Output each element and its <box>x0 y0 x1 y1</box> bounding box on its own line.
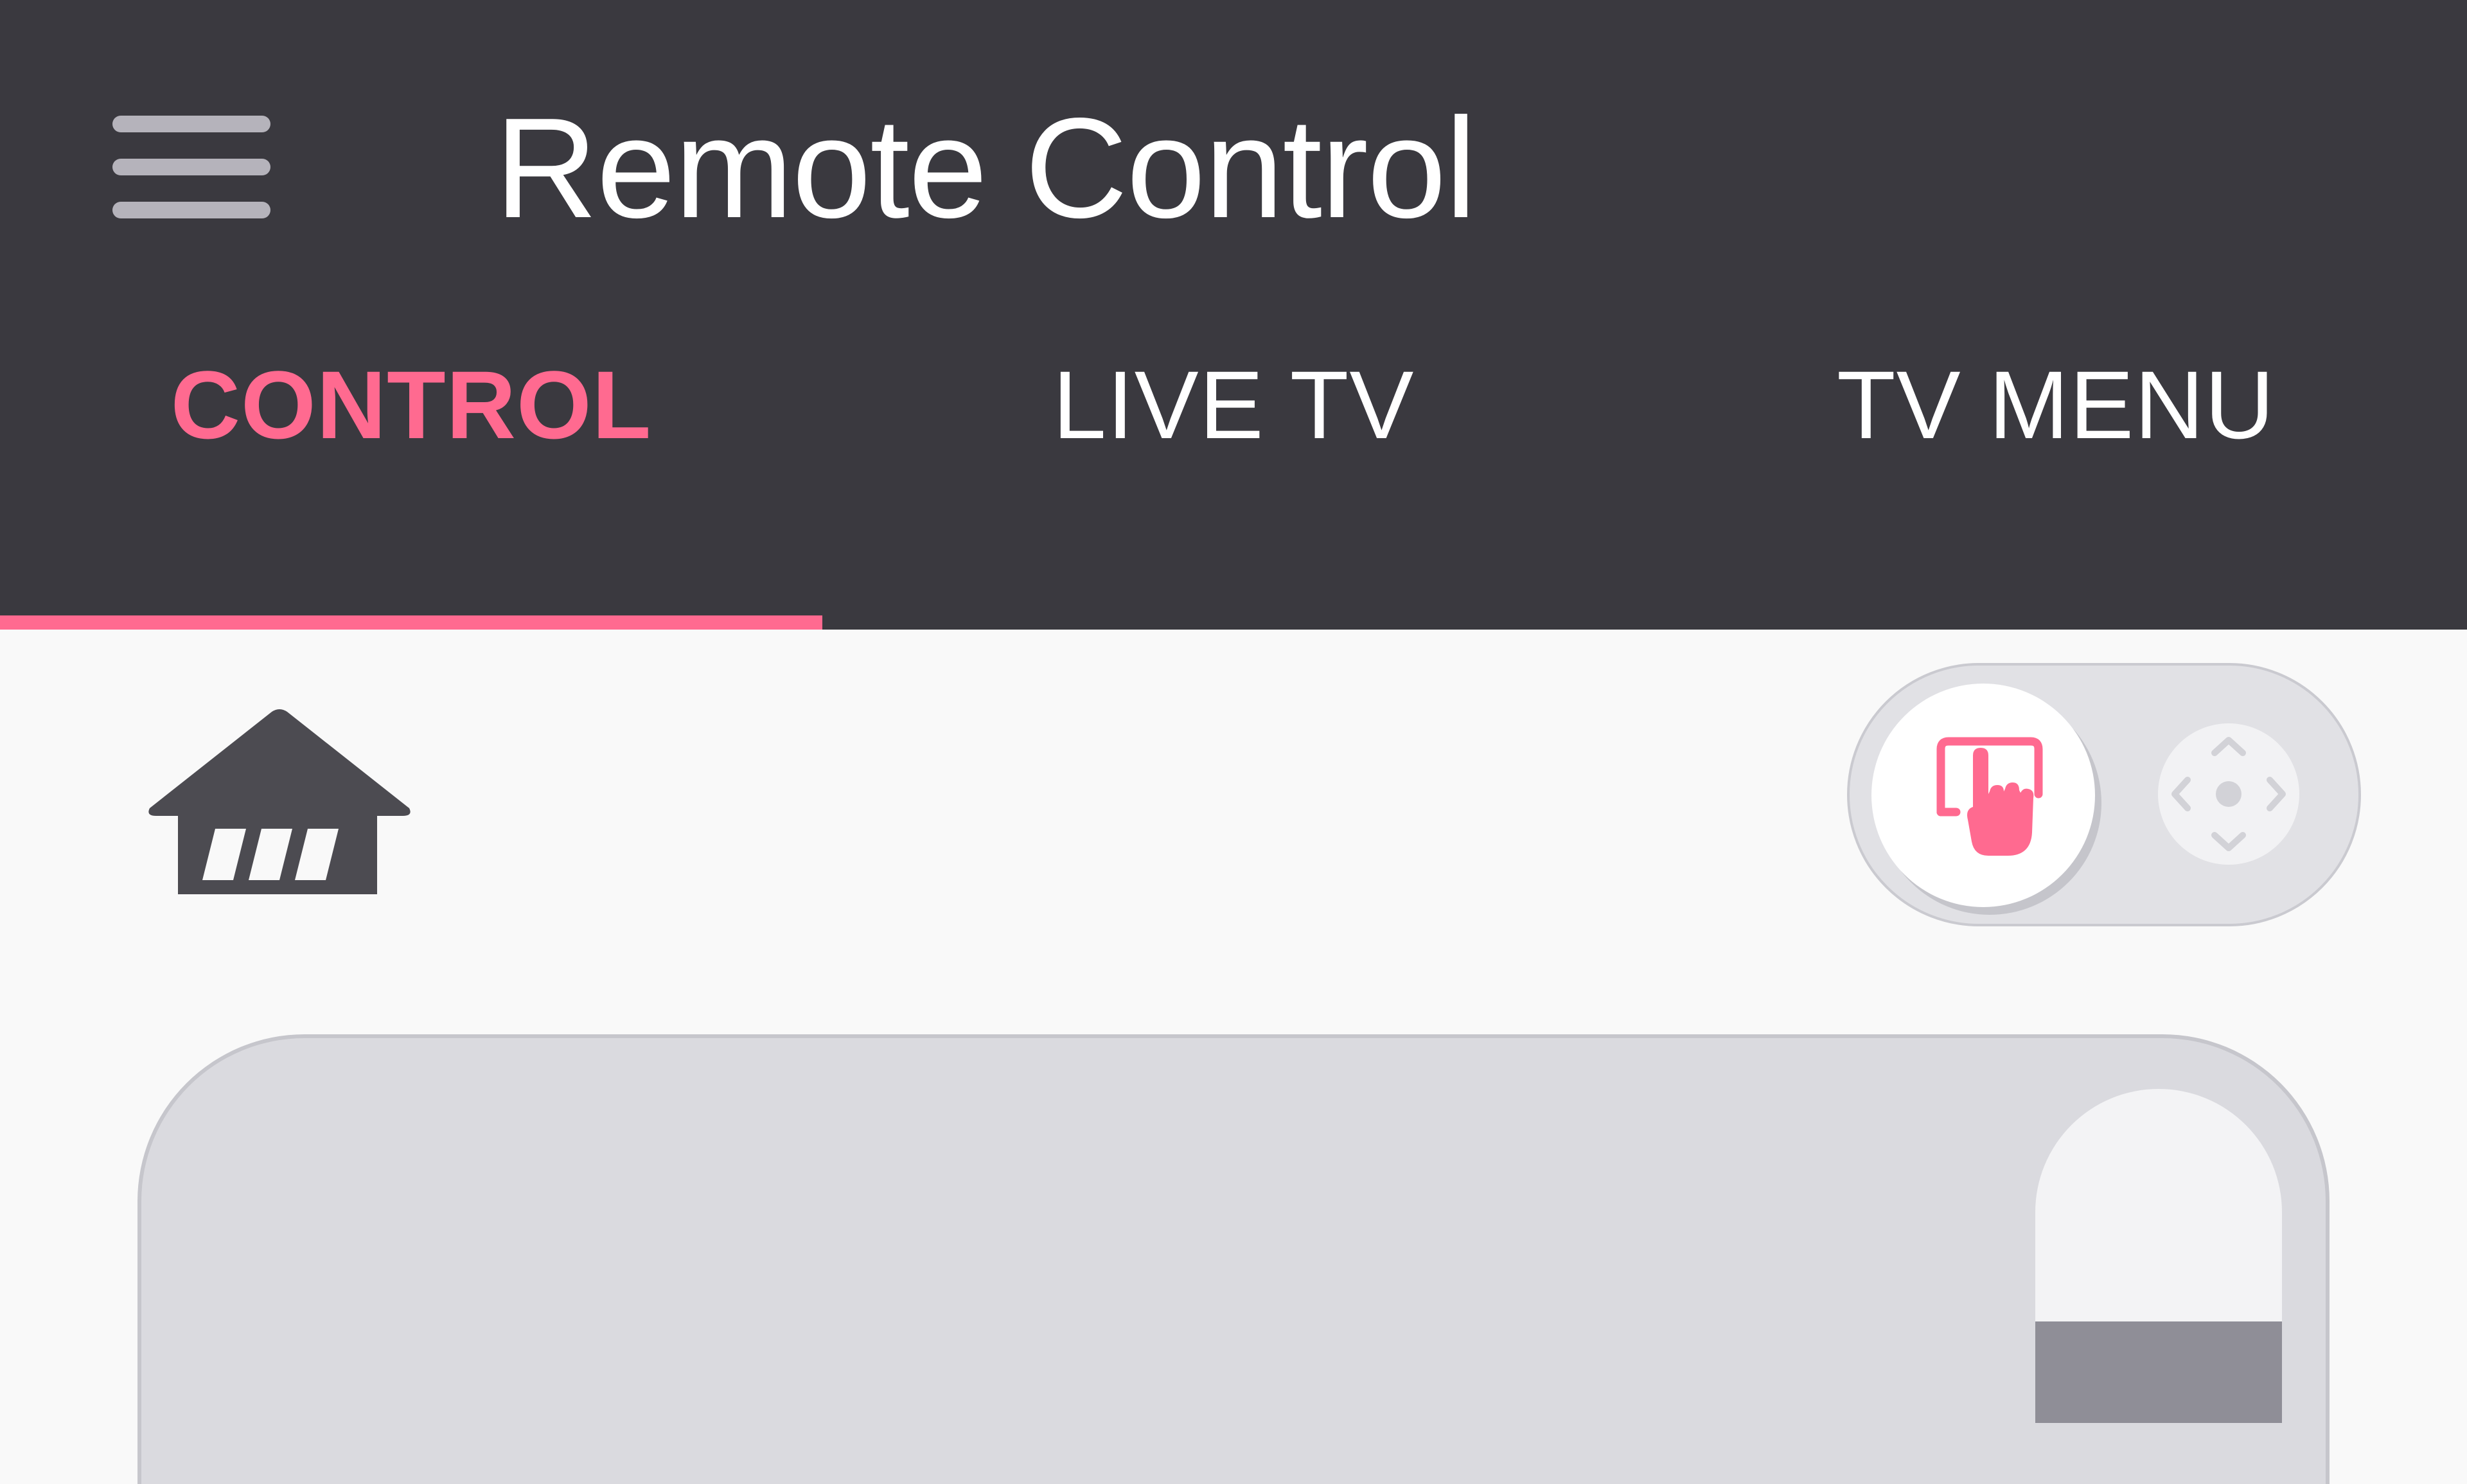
home-icon <box>148 709 411 894</box>
menu-line <box>112 159 270 175</box>
home-button[interactable] <box>145 707 414 899</box>
active-tab-indicator <box>0 615 822 630</box>
control-mode-toggle[interactable] <box>1847 663 2361 926</box>
page-title: Remote Control <box>495 89 1477 248</box>
touch-pointer-icon <box>1936 737 2043 856</box>
tab-label: CONTROL <box>170 350 652 459</box>
tab-label: TV MENU <box>1837 350 2275 459</box>
arrow-keys-icon[interactable] <box>2158 723 2299 865</box>
tab-bar: CONTROL LIVE TV TV MENU <box>0 321 2467 630</box>
tab-live-tv[interactable]: LIVE TV <box>822 321 1645 630</box>
app-bar: Remote Control <box>0 0 2467 321</box>
tab-tv-menu[interactable]: TV MENU <box>1645 321 2467 630</box>
directional-arrows-icon <box>2171 737 2286 851</box>
touchpad-area[interactable] <box>137 1034 2330 1484</box>
tab-control[interactable]: CONTROL <box>0 321 822 630</box>
menu-line <box>112 202 270 218</box>
tab-label: LIVE TV <box>1052 350 1415 459</box>
scroll-wheel-track[interactable] <box>2035 1089 2282 1423</box>
hamburger-menu-icon[interactable] <box>96 96 289 238</box>
touch-mode-option[interactable] <box>1871 684 2095 907</box>
menu-line <box>112 116 270 132</box>
scroll-wheel-thumb[interactable] <box>2035 1321 2282 1423</box>
